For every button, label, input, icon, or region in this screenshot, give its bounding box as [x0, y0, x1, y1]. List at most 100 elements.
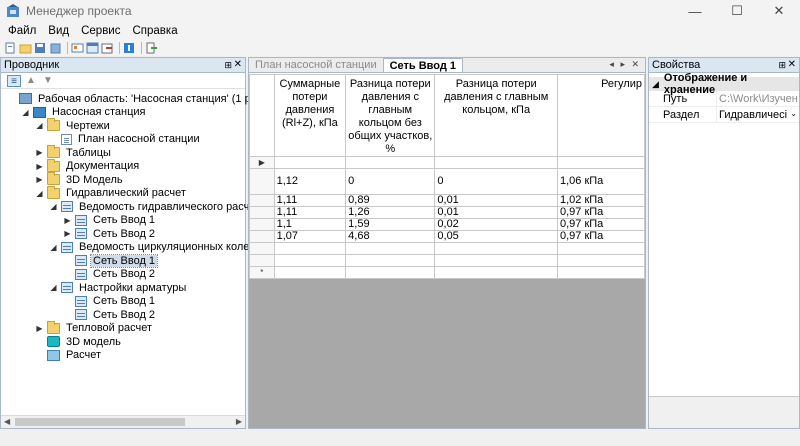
table-cell[interactable]	[273, 156, 347, 169]
explorer-horizontal-scrollbar[interactable]: ◀ ▶	[1, 415, 245, 428]
table-cell[interactable]	[434, 242, 558, 255]
row-header[interactable]	[249, 254, 275, 267]
table-cell[interactable]: 0	[345, 168, 436, 195]
table-cell[interactable]	[557, 266, 645, 279]
table-cell[interactable]: 0,01	[434, 206, 558, 219]
column-header[interactable]: Регулир	[557, 74, 645, 157]
property-row-section[interactable]: Раздел Гидравличесі ⌄	[649, 107, 799, 123]
tree-node[interactable]: Рабочая область: 'Насосная станция' (1 p…	[7, 92, 289, 105]
row-header[interactable]	[249, 206, 275, 219]
tree-view-icon[interactable]: ≡	[7, 74, 21, 87]
collapse-icon[interactable]: ◢	[49, 243, 58, 252]
table-row[interactable]: 1,1 1,59 0,02 0,97 кПа	[249, 218, 645, 231]
save-all-icon[interactable]	[49, 42, 62, 54]
table-cell[interactable]: 0,97 кПа	[557, 230, 645, 243]
open-icon[interactable]	[19, 42, 32, 54]
table-cell[interactable]: 0,01	[434, 194, 558, 207]
tab-pump-station-plan[interactable]: План насосной станции	[249, 58, 383, 72]
arrow-up-icon[interactable]: ▲	[24, 75, 38, 87]
tree-node[interactable]: План насосной станции	[49, 133, 202, 146]
properties-icon[interactable]	[71, 42, 84, 54]
table-cell[interactable]	[273, 254, 347, 267]
section-select[interactable]: Гидравличесі ⌄	[717, 107, 799, 122]
row-header[interactable]	[249, 194, 275, 207]
expand-icon[interactable]: ▶	[35, 324, 44, 333]
exit-icon[interactable]	[145, 42, 158, 54]
table-cell[interactable]	[345, 254, 436, 267]
minimize-button[interactable]: —	[674, 0, 716, 22]
collapse-icon[interactable]: ◢	[49, 202, 58, 211]
tree-node[interactable]: ◢ Ведомость циркуляционных колец	[49, 241, 258, 254]
tree-node[interactable]: Сеть Ввод 1	[63, 295, 157, 308]
tree-node[interactable]: ▶ 3D Модель	[35, 172, 125, 186]
collapse-icon[interactable]: ◢	[35, 189, 44, 198]
scroll-right-icon[interactable]: ▶	[236, 417, 242, 426]
table-cell[interactable]	[273, 242, 347, 255]
table-row[interactable]: 1,12 0 0 1,06 кПа	[249, 168, 645, 195]
table-row[interactable]: 1,11 0,89 0,01 1,02 кПа	[249, 194, 645, 207]
tree-node[interactable]: ◢ Гидравлический расчет	[35, 185, 188, 200]
table-cell[interactable]: 0,97 кПа	[557, 218, 645, 231]
row-header[interactable]	[249, 168, 275, 195]
pin-icon[interactable]: ⊞	[778, 60, 786, 71]
tree-node[interactable]: ▶ Сеть Ввод 1	[63, 214, 157, 227]
tree-node[interactable]: ◢ Настройки арматуры	[49, 281, 188, 294]
tree-node[interactable]: ▶ Таблицы	[35, 145, 113, 159]
table-row[interactable]: 1,07 4,68 0,05 0,97 кПа	[249, 230, 645, 243]
table-cell[interactable]: 4,68	[345, 230, 436, 243]
row-header[interactable]	[249, 218, 275, 231]
tree-node[interactable]: ▶ Тепловой расчет	[35, 320, 154, 335]
window-icon[interactable]	[86, 42, 99, 54]
table-cell[interactable]: 0	[434, 168, 558, 195]
table-cell[interactable]	[345, 156, 436, 169]
row-header[interactable]	[249, 230, 275, 243]
tree-node[interactable]: ▶ Сеть Ввод 2	[63, 227, 157, 240]
arrow-down-icon[interactable]: ▼	[41, 75, 55, 87]
table-cell[interactable]: 1,02 кПа	[557, 194, 645, 207]
row-header[interactable]: *	[249, 266, 275, 279]
menu-help[interactable]: Справка	[126, 25, 183, 37]
pin-icon[interactable]: ⊞	[224, 60, 232, 71]
table-cell[interactable]: 0,89	[345, 194, 436, 207]
chevron-down-icon[interactable]: ⌄	[790, 109, 797, 118]
tree-node[interactable]: Сеть Ввод 2	[63, 308, 157, 321]
tab-nav-controls[interactable]: ◂ ▸ ✕	[609, 59, 641, 70]
table-cell[interactable]	[345, 242, 436, 255]
property-category[interactable]: ◢ Отображение и хранение	[649, 72, 799, 96]
close-icon[interactable]: ✕	[234, 59, 242, 70]
tree-node[interactable]: Сеть Ввод 2	[63, 268, 157, 281]
table-cell[interactable]	[434, 266, 558, 279]
expand-icon[interactable]: ▶	[35, 162, 44, 171]
row-header[interactable]: ▶	[249, 156, 275, 169]
menu-service[interactable]: Сервис	[75, 25, 126, 37]
table-cell[interactable]: 0,05	[434, 230, 558, 243]
tree-node[interactable]: 3D модель	[35, 335, 123, 348]
menu-file[interactable]: Файл	[2, 25, 42, 37]
menu-view[interactable]: Вид	[42, 25, 75, 37]
tree-node[interactable]: ◢ Чертежи	[35, 118, 112, 132]
table-cell[interactable]	[345, 266, 436, 279]
close-icon[interactable]: ✕	[788, 59, 796, 70]
table-cell[interactable]: 1,11	[273, 206, 347, 219]
tab-network-input-1[interactable]: Сеть Ввод 1	[382, 58, 464, 72]
tree-node[interactable]: Сеть Ввод 1	[63, 253, 159, 268]
scroll-left-icon[interactable]: ◀	[4, 417, 10, 426]
maximize-button[interactable]: ☐	[716, 0, 758, 22]
table-cell[interactable]: 0,02	[434, 218, 558, 231]
collapse-icon[interactable]: ◢	[49, 283, 58, 292]
table-row[interactable]	[249, 254, 645, 267]
column-header[interactable]: Разница потери давления с главным кольцо…	[434, 74, 558, 157]
expand-icon[interactable]: ▶	[63, 229, 72, 238]
table-row[interactable]: ▶	[249, 156, 645, 169]
expand-icon[interactable]: ▶	[35, 175, 44, 184]
table-cell[interactable]	[434, 156, 558, 169]
export-icon[interactable]	[101, 42, 114, 54]
table-row[interactable]	[249, 242, 645, 255]
table-cell[interactable]: 1,12	[273, 168, 347, 195]
new-icon[interactable]	[4, 42, 17, 54]
table-row[interactable]: 1,11 1,26 0,01 0,97 кПа	[249, 206, 645, 219]
tree-node[interactable]: Расчет	[35, 349, 103, 362]
table-row[interactable]: *	[249, 266, 645, 279]
table-cell[interactable]	[273, 266, 347, 279]
table-cell[interactable]	[557, 254, 645, 267]
